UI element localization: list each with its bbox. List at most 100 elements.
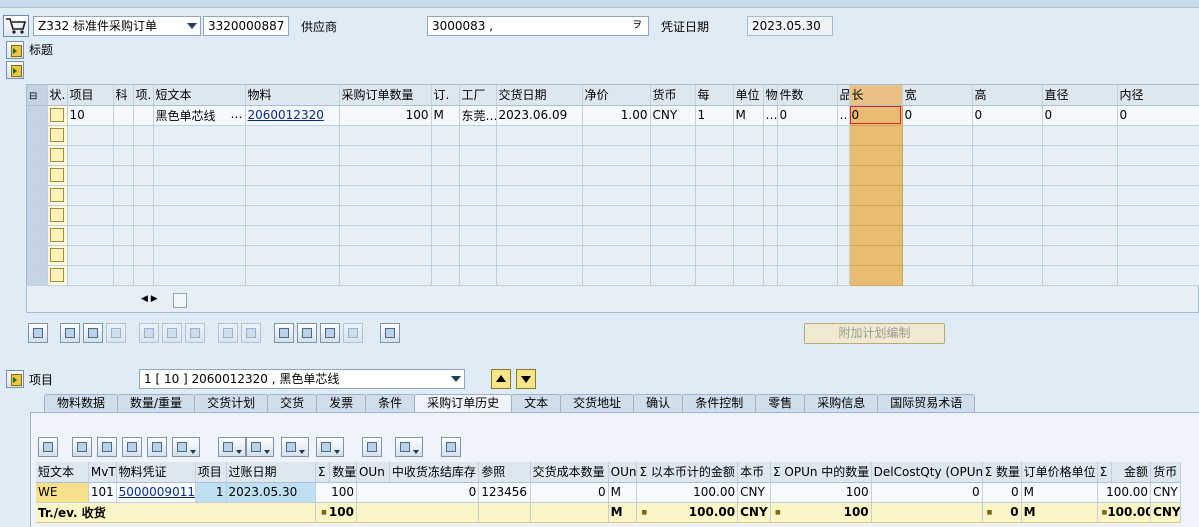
tab-condition-control[interactable]: 条件控制 [682,394,757,413]
hcell-amount-lc[interactable]: 100.00 [636,482,739,503]
previous-item-button[interactable] [491,369,511,389]
document-icon[interactable] [395,437,423,457]
find-icon[interactable] [122,437,142,457]
cell-prod[interactable]: … [837,105,850,126]
history-details-icon[interactable] [38,437,58,457]
tab-delivery-address[interactable]: 交货地址 [560,394,635,413]
table-row[interactable] [27,165,1199,186]
cell-currency[interactable]: CNY [650,105,696,126]
col-height[interactable]: 高 [972,85,1043,106]
table-row[interactable] [27,145,1199,166]
col-item-cat[interactable]: 项. [133,85,154,106]
hcell-short-text[interactable]: WE [36,482,89,503]
hcol-local-currency[interactable]: 本币 [737,462,771,483]
hcell-qty-opun[interactable]: 100 [770,482,872,503]
col-currency[interactable]: 货币 [650,85,696,106]
po-number-field[interactable]: 3320000887 [203,16,289,36]
col-diameter[interactable]: 直径 [1042,85,1118,106]
hcell-currency[interactable]: CNY [1150,482,1181,503]
hcol-sum-2[interactable]: Σ [1097,462,1113,483]
col-plant[interactable]: 工厂 [459,85,497,106]
hcol-posting-date[interactable]: 过账日期 [226,462,316,483]
hcol-mvt[interactable]: MvT [88,462,117,483]
hcell-blocked[interactable]: 0 [356,482,480,503]
tab-invoice[interactable]: 发票 [316,394,367,413]
hcell-del-cost-opun[interactable]: 0 [871,482,983,503]
cell-diameter[interactable]: 0 [1042,105,1118,126]
col-length[interactable]: 长 [849,85,903,106]
print-icon[interactable] [218,437,246,457]
cell-pieces[interactable]: 0 [777,105,838,126]
hcol-reference[interactable]: 参照 [478,462,531,483]
col-prod[interactable]: 品 [837,85,850,106]
paste-row-icon[interactable] [106,323,126,343]
col-per[interactable]: 每 [695,85,734,106]
collapse-items-icon[interactable] [6,61,24,79]
tab-material-data[interactable]: 物料数据 [44,394,119,413]
doc-type-select[interactable]: Z332 标准件采购订单 [33,16,201,36]
cell-account[interactable] [113,105,134,126]
col-account[interactable]: 科 [113,85,134,106]
cell-per[interactable]: 1 [695,105,734,126]
select-block-icon[interactable] [241,323,261,343]
hcol-del-cost-opun[interactable]: DelCostQty (OPUn) [871,462,983,483]
table-row[interactable]: 10 黑色单芯线… 2060012320 100 M 东莞… 2023.06.0… [27,105,1199,126]
cell-order-unit[interactable]: M [431,105,460,126]
hcol-qty-opun[interactable]: Σ OPUn 中的数量 [770,462,872,483]
history-sort-desc-icon[interactable] [97,437,117,457]
additional-planning-button[interactable]: 附加计划编制 [804,323,945,344]
shopping-cart-icon[interactable] [3,15,29,37]
doc-date-field[interactable]: 2023.05.30 [747,16,833,36]
hcell-amount[interactable]: 100.00 [1097,482,1152,503]
history-sort-asc-icon[interactable] [72,437,92,457]
table-row[interactable] [27,225,1199,246]
cell-inner-diameter[interactable]: 0 [1117,105,1199,126]
row-selector[interactable] [27,105,48,126]
hcell-local-currency[interactable]: CNY [737,482,771,503]
cell-net-price[interactable]: 1.00 [582,105,651,126]
item-selector[interactable]: 1 [ 10 ] 2060012320 , 黑色单芯线 [139,369,465,389]
tab-texts[interactable]: 文本 [511,394,562,413]
delete-icon[interactable] [139,323,159,343]
hcol-amount[interactable]: 金额 [1111,462,1152,483]
tab-delivery[interactable]: 交货 [267,394,318,413]
col-delivery-date[interactable]: 交货日期 [496,85,583,106]
vendor-field[interactable]: 3000083 , ヲ [427,16,649,36]
tab-delivery-schedule[interactable]: 交货计划 [194,394,269,413]
table-row[interactable] [27,265,1199,286]
hcol-qty-2[interactable]: Σ 数量 [982,462,1022,483]
unlock-icon[interactable] [185,323,205,343]
total-row[interactable]: Tr./ev. 收货 100 M 100.00 CNY 100 0 M 100.… [36,502,1181,523]
hcol-currency[interactable]: 货币 [1150,462,1181,483]
table-row[interactable] [27,125,1199,146]
col-mat[interactable]: 物 [763,85,778,106]
cell-short-text[interactable]: 黑色单芯线… [153,105,246,126]
col-short-text[interactable]: 短文本 [153,85,246,106]
sort-descending-icon[interactable] [297,323,317,343]
cell-delivery-date[interactable]: 2023.06.09 [496,105,583,126]
hcell-qty-2[interactable]: 0 [982,482,1022,503]
filter-delete-icon[interactable] [343,323,363,343]
hcol-mat-doc[interactable]: 物料凭证 [116,462,196,483]
cell-width[interactable]: 0 [902,105,973,126]
cell-po-qty[interactable]: 100 [339,105,432,126]
hcell-order-price-unit[interactable]: M [1021,482,1098,503]
layout-icon[interactable] [316,437,344,457]
hcol-sum-1[interactable]: Σ [315,462,331,483]
hcol-short-text[interactable]: 短文本 [36,462,89,483]
lock-icon[interactable] [162,323,182,343]
tab-retail[interactable]: 零售 [755,394,806,413]
info-icon[interactable] [362,437,382,457]
copy-icon[interactable] [218,323,238,343]
value-help-icon[interactable]: ヲ [632,17,642,35]
next-item-button[interactable] [516,369,536,389]
hcol-qty[interactable]: 数量 [329,462,357,483]
col-pieces[interactable]: 件数 [777,85,838,106]
horizontal-scrollbar-thumb[interactable] [173,293,187,308]
hcol-del-cost-qty[interactable]: 交货成本数量 [530,462,609,483]
table-row[interactable]: WE 101 5000009011 1 2023.05.30 100 0 123… [36,482,1181,503]
cell-length[interactable]: 0 [849,105,903,126]
col-net-price[interactable]: 净价 [582,85,651,106]
hcell-posting-date[interactable]: 2023.05.30 [226,482,316,503]
tab-quantity-weight[interactable]: 数量/重量 [117,394,196,413]
